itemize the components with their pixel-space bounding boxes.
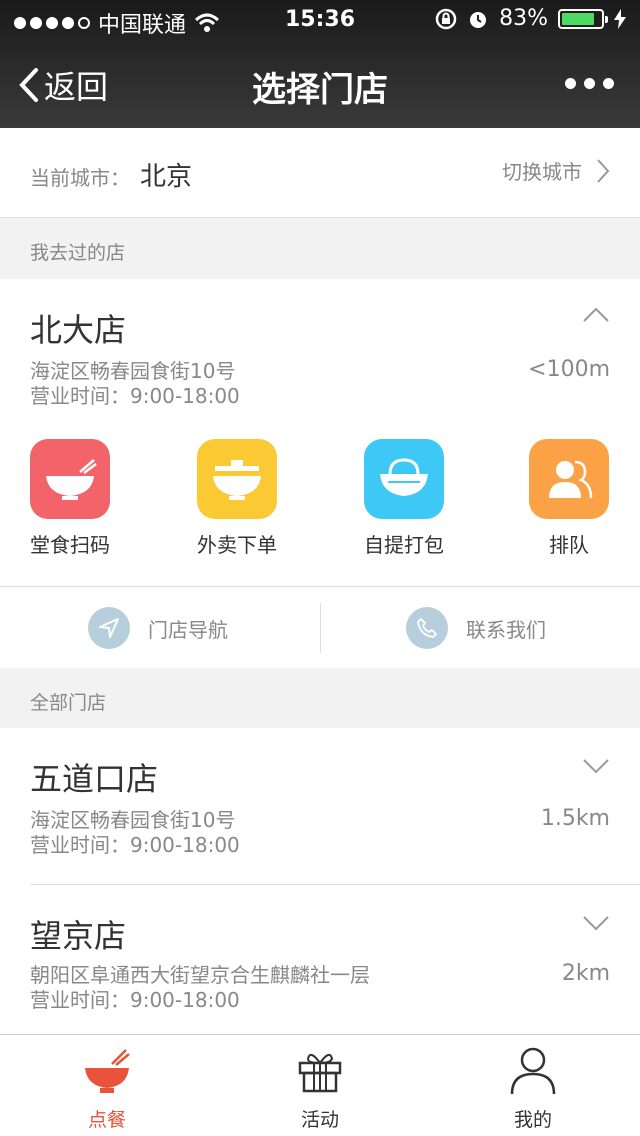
top-bar: 中国联通 15:36 83% 返回 选择门店 <box>0 0 640 128</box>
tab-label: 活动 <box>300 1109 339 1131</box>
charging-icon <box>614 8 626 29</box>
bowl-icon <box>85 1049 130 1093</box>
chevron-right-icon <box>597 158 610 183</box>
store-name: 五道口店 <box>30 760 159 798</box>
list-item[interactable]: 五道口店 海淀区畅春园食街10号 营业时间：9:00-18:00 1.5km <box>0 728 640 884</box>
alarm-icon <box>470 11 487 28</box>
current-city-value: 北京 <box>140 162 193 192</box>
visited-store-card: 北大店 海淀区畅春园食街10号 营业时间：9:00-18:00 <100m 堂食… <box>0 279 640 586</box>
feature-label: 自提打包 <box>364 533 444 557</box>
dine-in-scan-button[interactable]: 堂食扫码 <box>15 439 125 558</box>
list-item[interactable]: 望京店 朝阳区阜通西大街望京合生麒麟社一层 营业时间：9:00-18:00 2k… <box>0 885 640 1034</box>
feature-label: 堂食扫码 <box>30 533 110 557</box>
navigation-arrow-icon <box>99 618 119 638</box>
person-icon <box>510 1047 556 1095</box>
chevron-down-icon[interactable] <box>582 758 610 774</box>
takeout-order-button[interactable]: 外卖下单 <box>182 439 292 558</box>
feature-icon-bg <box>197 439 277 519</box>
current-city-label: 当前城市： <box>30 166 130 190</box>
battery-icon <box>558 8 608 29</box>
visited-section-title: 我去过的店 <box>30 242 126 264</box>
store-actions: 门店导航 联系我们 <box>0 586 640 668</box>
city-row: 当前城市： 北京 切换城市 <box>0 128 640 218</box>
nav-bar: 返回 选择门店 <box>0 40 640 128</box>
queue-people-icon <box>549 460 593 499</box>
contact-us-button[interactable]: 联系我们 <box>406 607 546 649</box>
switch-city-label: 切换城市 <box>502 160 582 184</box>
divider <box>320 603 321 653</box>
queue-button[interactable]: 排队 <box>514 439 624 558</box>
feature-icon-bg <box>529 439 609 519</box>
store-distance: 2km <box>561 961 610 986</box>
store-distance: 1.5km <box>540 806 610 831</box>
tab-bar: 点餐 活动 我的 <box>0 1034 640 1136</box>
gift-icon <box>298 1053 342 1093</box>
battery-percent: 83% <box>499 6 548 31</box>
self-pickup-button[interactable]: 自提打包 <box>349 439 459 558</box>
store-name: 望京店 <box>30 917 127 955</box>
phone-icon <box>417 618 437 638</box>
tab-label: 我的 <box>513 1109 552 1131</box>
store-address: 海淀区畅春园食街10号 <box>30 808 236 832</box>
store-address: 朝阳区阜通西大街望京合生麒麟社一层 <box>30 963 370 987</box>
feature-label: 排队 <box>549 533 589 557</box>
tab-activity[interactable]: 活动 <box>270 1045 370 1132</box>
store-hours: 营业时间：9:00-18:00 <box>30 988 240 1012</box>
store-navigation-label: 门店导航 <box>148 617 228 642</box>
all-stores-section-title: 全部门店 <box>30 692 107 714</box>
store-name: 北大店 <box>30 311 127 349</box>
store-address: 海淀区畅春园食街10号 <box>30 359 236 383</box>
contact-us-label: 联系我们 <box>466 617 546 642</box>
takeout-box-icon <box>213 460 261 500</box>
tab-label: 点餐 <box>87 1109 126 1131</box>
store-navigation-button[interactable]: 门店导航 <box>88 607 228 649</box>
store-hours: 营业时间：9:00-18:00 <box>30 384 240 408</box>
chevron-down-icon[interactable] <box>582 915 610 931</box>
tab-mine[interactable]: 我的 <box>483 1045 583 1132</box>
switch-city-button[interactable]: 切换城市 <box>502 156 610 185</box>
bowl-chopsticks-icon <box>46 459 97 500</box>
rotation-lock-icon <box>435 8 457 29</box>
feature-label: 外卖下单 <box>197 533 277 557</box>
status-bar: 中国联通 15:36 83% <box>0 0 640 40</box>
chevron-up-icon[interactable] <box>582 307 610 323</box>
feature-icon-bg <box>30 439 110 519</box>
store-distance: <100m <box>528 357 610 382</box>
pickup-bag-icon <box>380 458 428 496</box>
page-title: 选择门店 <box>252 70 388 110</box>
store-hours: 营业时间：9:00-18:00 <box>30 833 240 857</box>
feature-icon-bg <box>364 439 444 519</box>
more-icon[interactable] <box>565 78 614 89</box>
tab-order[interactable]: 点餐 <box>57 1045 157 1132</box>
all-stores-list: 五道口店 海淀区畅春园食街10号 营业时间：9:00-18:00 1.5km 望… <box>0 728 640 1034</box>
